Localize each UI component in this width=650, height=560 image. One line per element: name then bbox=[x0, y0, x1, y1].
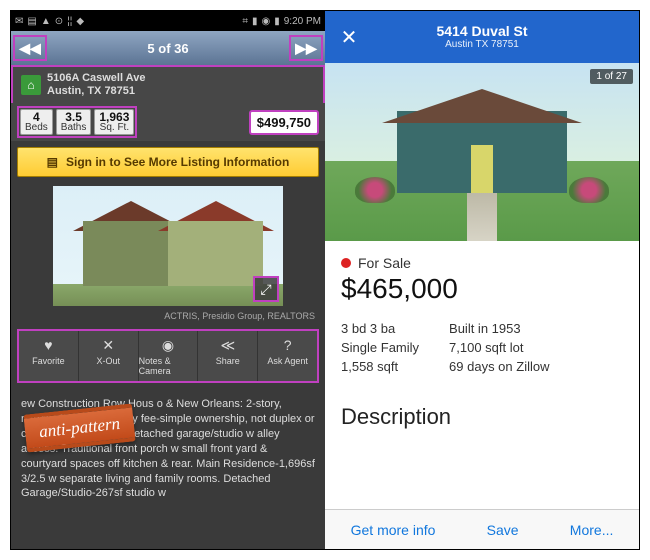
notes-camera-button[interactable]: ◉ Notes & Camera bbox=[139, 331, 199, 381]
share-icon: ≪ bbox=[220, 336, 235, 354]
question-icon: ? bbox=[284, 336, 292, 354]
photo-credit: ACTRIS, Presidio Group, REALTORS bbox=[11, 309, 325, 323]
price-pill: $499,750 bbox=[249, 110, 319, 135]
x-icon: ✕ bbox=[102, 336, 114, 354]
nav-address: 5414 Duval St bbox=[361, 23, 603, 40]
android-status-bar: ✉ ▤ ▲ ⊙ ¦¦ ◆ ⌗ ▮ ◉ ▮ 9:20 PM bbox=[11, 11, 325, 31]
facts-grid: 3 bd 3 ba Single Family 1,558 sqft Built… bbox=[341, 321, 623, 374]
description-heading: Description bbox=[341, 404, 623, 430]
clock-text: 9:20 PM bbox=[284, 16, 321, 27]
address-bar: ⌂ 5106A Caswell Ave Austin, TX 78751 bbox=[11, 65, 325, 103]
status-right-icons: ⌗ ▮ ◉ ▮ 9:20 PM bbox=[242, 16, 321, 27]
baths-stat: 3.5Baths bbox=[56, 109, 92, 135]
status-dot-icon bbox=[341, 258, 351, 268]
signal-icon: ▮ bbox=[252, 16, 258, 27]
house-icon: ⌂ bbox=[21, 75, 41, 95]
expand-icon[interactable]: ⤢ bbox=[253, 276, 279, 302]
nav-subaddress: Austin TX 78751 bbox=[361, 39, 603, 51]
price: $465,000 bbox=[341, 273, 623, 305]
comparison-frame: ✉ ▤ ▲ ⊙ ¦¦ ◆ ⌗ ▮ ◉ ▮ 9:20 PM ◀◀ 5 of 36 … bbox=[10, 10, 640, 550]
pager-bar: ◀◀ 5 of 36 ▶▶ bbox=[11, 31, 325, 65]
right-phone-screenshot: ✕ 5414 Duval St Austin TX 78751 1 of 27 … bbox=[325, 11, 639, 549]
listing-photo[interactable]: ⤢ bbox=[53, 186, 283, 306]
utensils-icon: ¦¦ bbox=[67, 16, 72, 27]
chat-icon: ▤ bbox=[27, 16, 36, 27]
more-button[interactable]: More... bbox=[570, 522, 614, 538]
camera-icon: ◉ bbox=[162, 336, 174, 354]
xout-button[interactable]: ✕ X-Out bbox=[79, 331, 139, 381]
fact-lot: 7,100 sqft lot bbox=[449, 340, 549, 355]
get-more-info-button[interactable]: Get more info bbox=[351, 522, 436, 538]
nav-title: 5414 Duval St Austin TX 78751 bbox=[361, 23, 603, 52]
status-row: For Sale bbox=[341, 255, 623, 271]
action-bar: ♥ Favorite ✕ X-Out ◉ Notes & Camera ≪ Sh… bbox=[17, 329, 319, 383]
sqft-stat: 1,963Sq. Ft. bbox=[94, 109, 134, 135]
list-icon: ▤ bbox=[47, 155, 58, 169]
bluetooth-icon: ⌗ bbox=[242, 16, 248, 27]
wifi-icon: ◉ bbox=[262, 16, 271, 27]
save-button[interactable]: Save bbox=[487, 522, 519, 538]
tag-icon: ◆ bbox=[76, 16, 84, 27]
fact-type: Single Family bbox=[341, 340, 419, 355]
warning-icon: ▲ bbox=[41, 16, 51, 27]
prev-button[interactable]: ◀◀ bbox=[13, 35, 47, 61]
left-phone-screenshot: ✉ ▤ ▲ ⊙ ¦¦ ◆ ⌗ ▮ ◉ ▮ 9:20 PM ◀◀ 5 of 36 … bbox=[11, 11, 325, 549]
compass-icon: ⊙ bbox=[55, 16, 63, 27]
status-text: For Sale bbox=[358, 255, 411, 271]
battery-icon: ▮ bbox=[274, 16, 280, 27]
signin-banner[interactable]: ▤ Sign in to See More Listing Informatio… bbox=[17, 147, 319, 177]
status-left-icons: ✉ ▤ ▲ ⊙ ¦¦ ◆ bbox=[15, 16, 84, 27]
fact-days: 69 days on Zillow bbox=[449, 359, 549, 374]
ask-agent-button[interactable]: ? Ask Agent bbox=[258, 331, 317, 381]
favorite-button[interactable]: ♥ Favorite bbox=[19, 331, 79, 381]
bottom-tab-bar: Get more info Save More... bbox=[325, 509, 639, 549]
next-button[interactable]: ▶▶ bbox=[289, 35, 323, 61]
fact-bedbath: 3 bd 3 ba bbox=[341, 321, 419, 336]
heart-icon: ♥ bbox=[44, 336, 52, 354]
signin-text: Sign in to See More Listing Information bbox=[66, 155, 289, 169]
address-line2: Austin, TX 78751 bbox=[47, 85, 145, 98]
beds-stat: 4Beds bbox=[20, 109, 53, 135]
nav-bar: ✕ 5414 Duval St Austin TX 78751 bbox=[325, 11, 639, 63]
share-button[interactable]: ≪ Share bbox=[198, 331, 258, 381]
stats-row: 4Beds 3.5Baths 1,963Sq. Ft. $499,750 bbox=[11, 103, 325, 141]
close-button[interactable]: ✕ bbox=[337, 25, 361, 50]
address-text: 5106A Caswell Ave Austin, TX 78751 bbox=[47, 72, 145, 98]
mail-icon: ✉ bbox=[15, 16, 23, 27]
pager-position: 5 of 36 bbox=[147, 41, 188, 56]
listing-body: For Sale $465,000 3 bd 3 ba Single Famil… bbox=[325, 241, 639, 430]
fact-built: Built in 1953 bbox=[449, 321, 549, 336]
address-line1: 5106A Caswell Ave bbox=[47, 72, 145, 85]
hero-photo[interactable]: 1 of 27 bbox=[325, 63, 639, 241]
fact-sqft: 1,558 sqft bbox=[341, 359, 419, 374]
photo-counter: 1 of 27 bbox=[590, 69, 633, 84]
